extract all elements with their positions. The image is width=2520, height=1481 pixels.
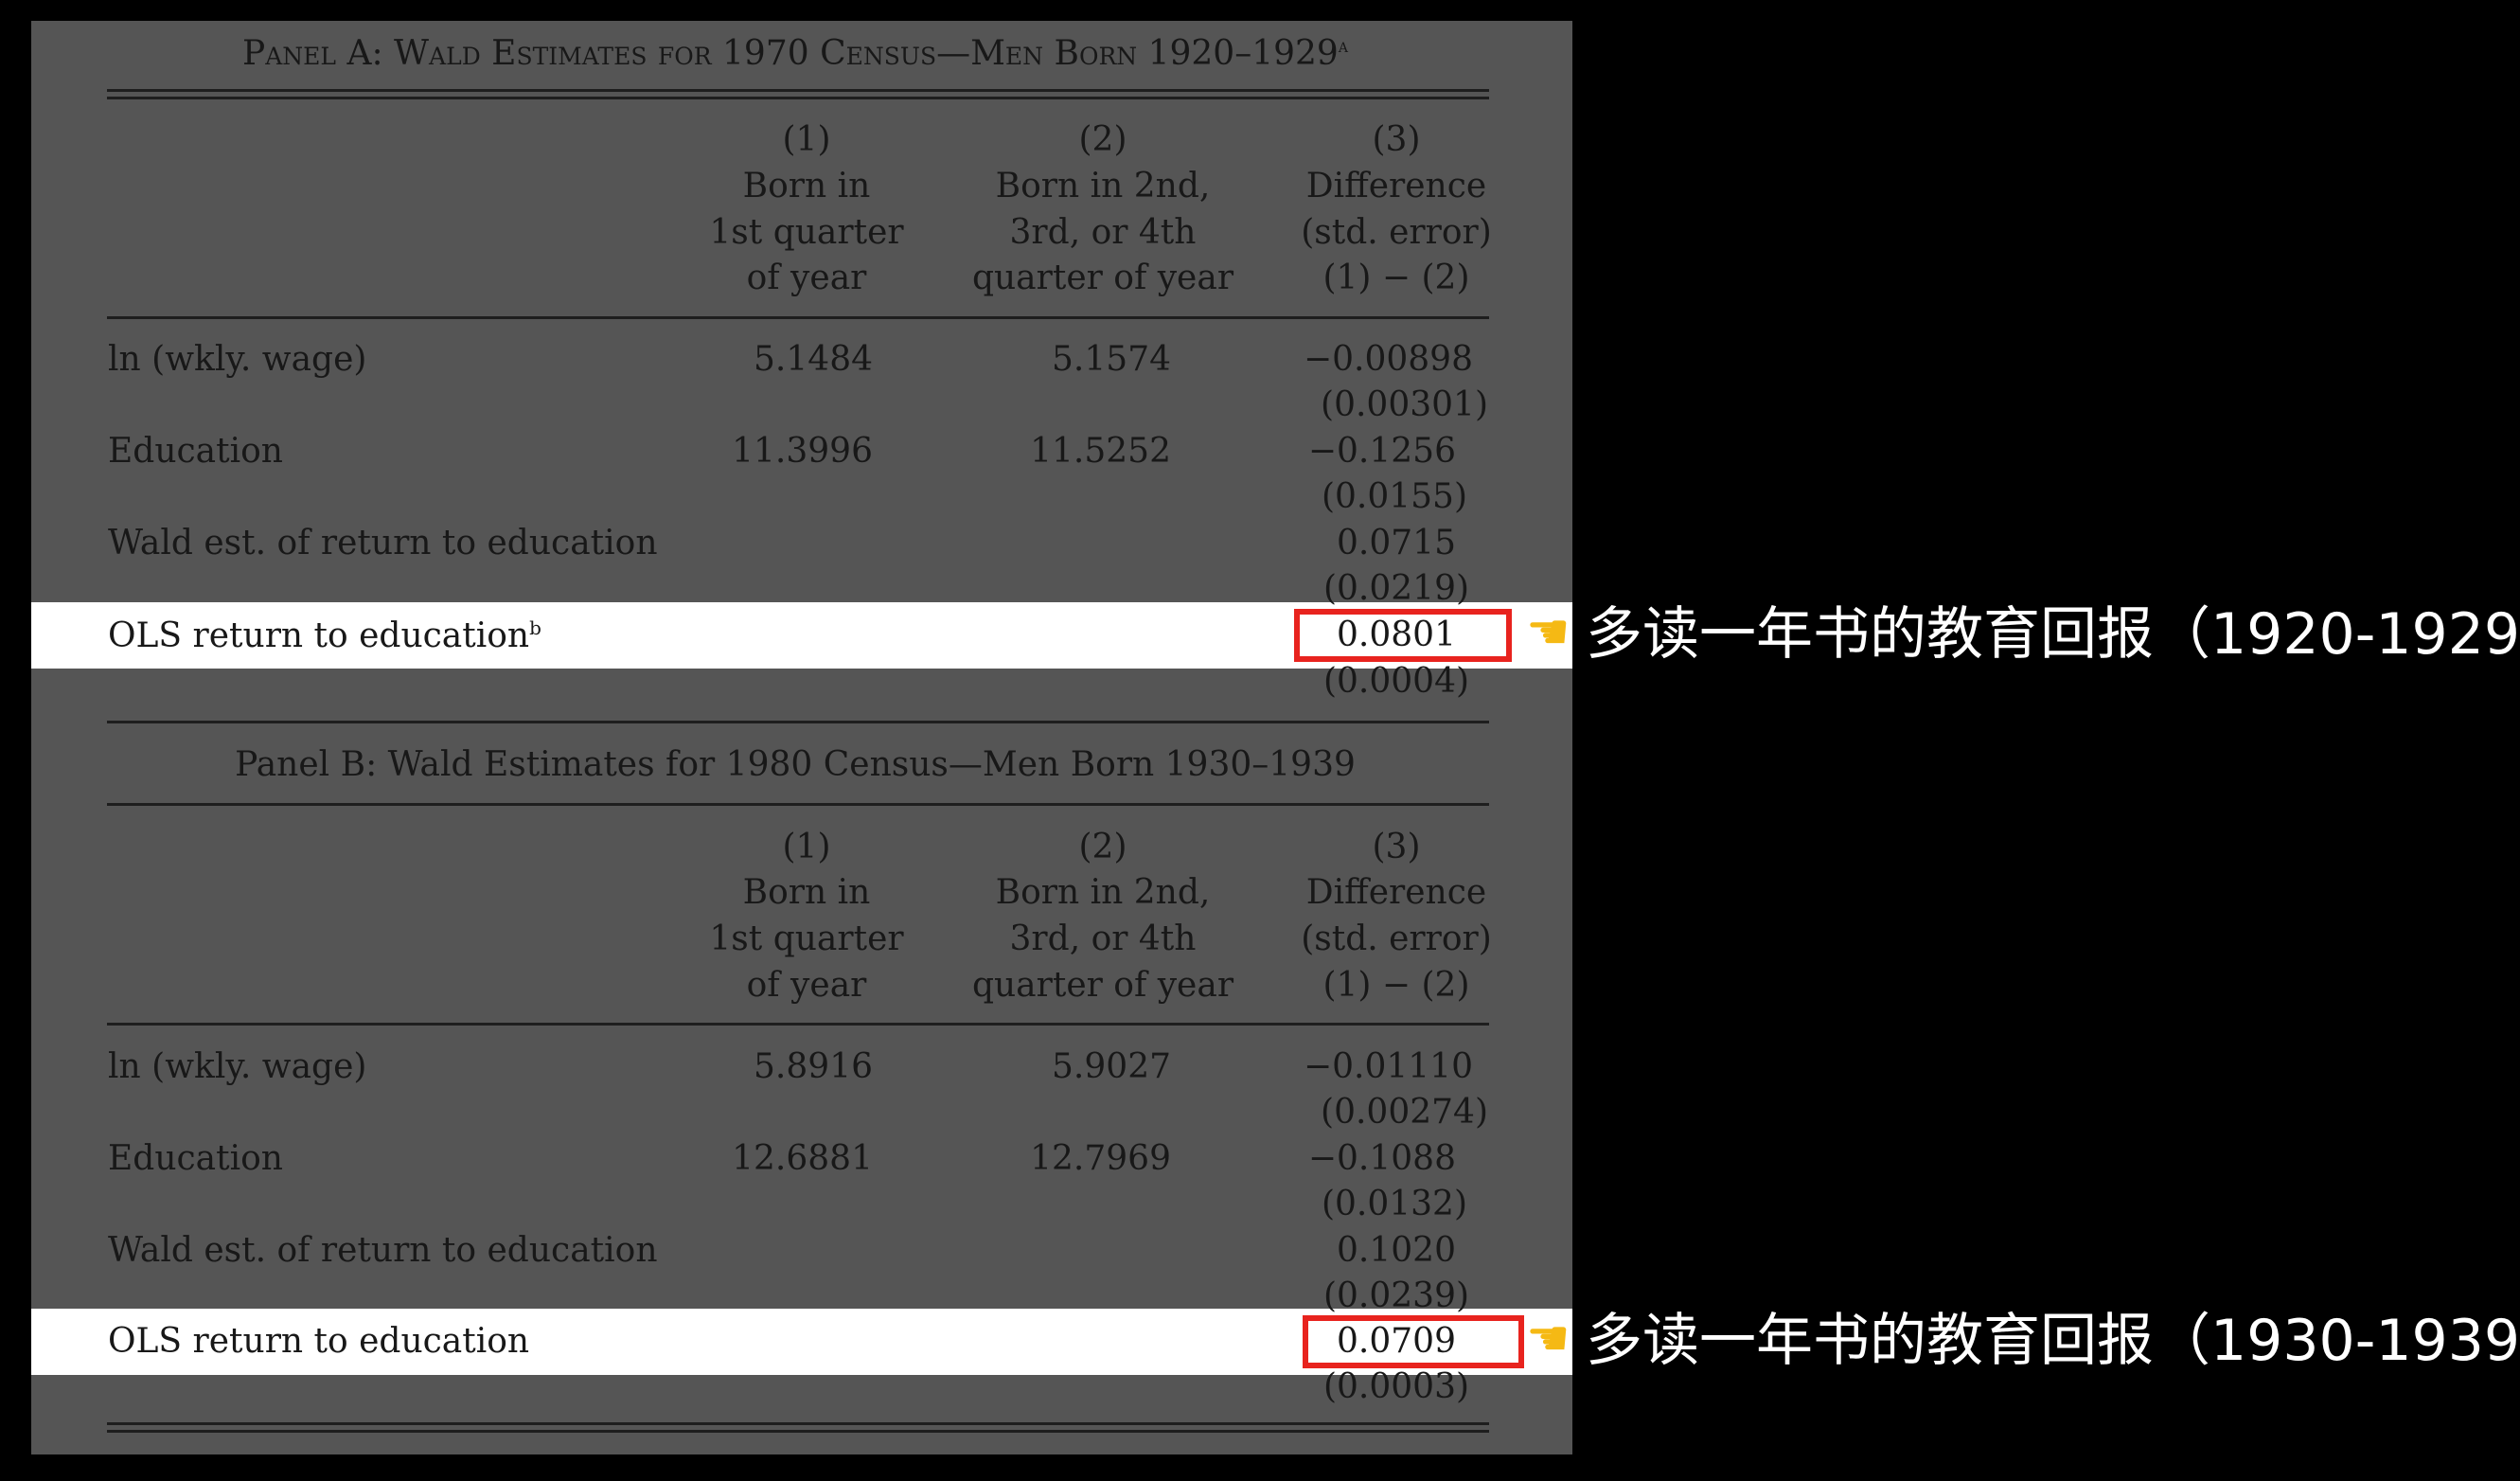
col-label: 3rd, or 4th bbox=[1009, 919, 1197, 958]
annotation-1920-1929: 多读一年书的教育回报（1920-1929） bbox=[1586, 601, 2520, 668]
col-num: (1) bbox=[782, 120, 831, 159]
cell: 5.9027 bbox=[1052, 1047, 1171, 1086]
pointing-hand-icon: ☚ bbox=[1526, 604, 1571, 661]
std-error: (0.00274) bbox=[1321, 1093, 1488, 1132]
cell: 0.0715 bbox=[1337, 524, 1456, 562]
panel-a-title: Panel A: Wald Estimates for 1970 Census—… bbox=[242, 34, 1348, 73]
cell: 12.6881 bbox=[732, 1139, 873, 1178]
footnote-a: a bbox=[1338, 34, 1348, 57]
std-error: (0.0004) bbox=[1322, 662, 1470, 701]
col-num: (3) bbox=[1372, 120, 1421, 159]
std-error: (0.0003) bbox=[1322, 1367, 1470, 1406]
col-label: 3rd, or 4th bbox=[1009, 213, 1197, 252]
panel-b-bottom-rule bbox=[107, 1422, 1489, 1425]
col-label: quarter of year bbox=[971, 966, 1234, 1005]
col-label: of year bbox=[746, 259, 867, 297]
col-label: 1st quarter bbox=[709, 213, 904, 252]
col-label: (std. error) bbox=[1301, 919, 1492, 958]
col-num: (2) bbox=[1078, 120, 1127, 159]
std-error: (0.0239) bbox=[1322, 1276, 1470, 1315]
col-label: Born in bbox=[742, 873, 871, 912]
col-label: Born in bbox=[742, 167, 871, 205]
col-label: (1) − (2) bbox=[1322, 966, 1470, 1005]
cell: −0.1088 bbox=[1307, 1139, 1456, 1178]
panel-b-title-rule bbox=[107, 803, 1489, 806]
col-label: 1st quarter bbox=[709, 919, 904, 958]
pointing-hand-icon: ☚ bbox=[1526, 1311, 1571, 1367]
row-label: OLS return to education bbox=[108, 1322, 530, 1361]
cell: −0.01110 bbox=[1303, 1047, 1473, 1086]
row-label: Education bbox=[108, 1139, 283, 1178]
row-label: Wald est. of return to education bbox=[108, 524, 658, 562]
row-label: Education bbox=[108, 432, 283, 471]
highlight-box-panel-a bbox=[1294, 609, 1512, 662]
panel-a-top-rule bbox=[107, 89, 1489, 92]
std-error: (0.00301) bbox=[1321, 385, 1488, 424]
row-label: ln (wkly. wage) bbox=[108, 340, 367, 379]
col-label: Difference bbox=[1305, 167, 1487, 205]
cell: 5.1574 bbox=[1052, 340, 1171, 379]
col-label: Born in 2nd, bbox=[995, 167, 1211, 205]
highlight-box-panel-b bbox=[1303, 1315, 1524, 1368]
col-label: quarter of year bbox=[971, 259, 1234, 297]
annotation-1930-1939: 多读一年书的教育回报（1930-1939） bbox=[1586, 1308, 2520, 1374]
panel-b-header-rule bbox=[107, 1023, 1489, 1026]
col-num: (2) bbox=[1078, 828, 1127, 866]
panel-b-title: Panel B: Wald Estimates for 1980 Census—… bbox=[235, 745, 1356, 784]
cell: −0.1256 bbox=[1307, 432, 1456, 471]
col-num: (3) bbox=[1372, 828, 1421, 866]
col-label: (std. error) bbox=[1301, 213, 1492, 252]
col-num: (1) bbox=[782, 828, 831, 866]
std-error: (0.0155) bbox=[1321, 477, 1467, 516]
panel-b-top-rule bbox=[107, 721, 1489, 723]
std-error: (0.0219) bbox=[1322, 569, 1470, 608]
cell: 11.5252 bbox=[1030, 432, 1171, 471]
row-label: ln (wkly. wage) bbox=[108, 1047, 367, 1086]
cell: 5.8916 bbox=[754, 1047, 873, 1086]
col-label: (1) − (2) bbox=[1322, 259, 1470, 297]
cell: 12.7969 bbox=[1030, 1139, 1171, 1178]
cell: 11.3996 bbox=[732, 432, 873, 471]
cell: −0.00898 bbox=[1303, 340, 1473, 379]
col-label: of year bbox=[746, 966, 867, 1005]
std-error: (0.0132) bbox=[1321, 1185, 1467, 1223]
col-label: Born in 2nd, bbox=[995, 873, 1211, 912]
panel-b-bottom-rule-2 bbox=[107, 1430, 1489, 1433]
cell: 5.1484 bbox=[754, 340, 873, 379]
col-label: Difference bbox=[1305, 873, 1487, 912]
footnote-b: b bbox=[529, 616, 541, 639]
row-label: Wald est. of return to education bbox=[108, 1231, 658, 1270]
cell: 0.1020 bbox=[1337, 1231, 1456, 1270]
panel-a-header-rule bbox=[107, 316, 1489, 319]
row-label: OLS return to educationb bbox=[108, 616, 541, 655]
panel-a-top-rule-2 bbox=[107, 97, 1489, 99]
